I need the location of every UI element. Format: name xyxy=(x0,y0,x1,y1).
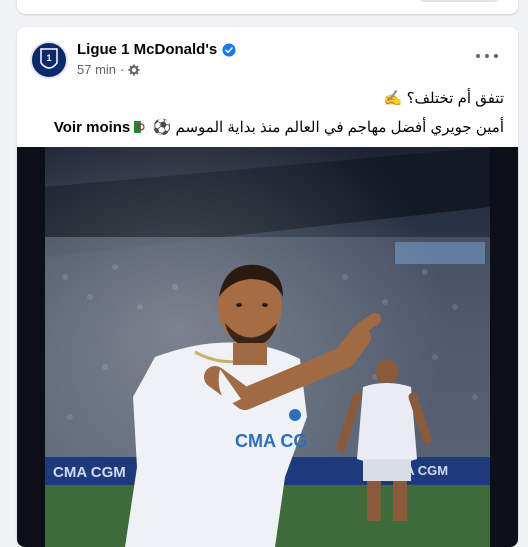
banner-text: CMA CGM xyxy=(53,464,126,481)
caption-text: أمين جويري أفضل مهاجم في العالم منذ بداي… xyxy=(152,119,504,136)
post-meta: 57 min · xyxy=(77,62,140,77)
caption-line-1: تتفق أم تختلف؟ ✍️ xyxy=(383,90,504,107)
page-name-row: Ligue 1 McDonald's xyxy=(77,41,236,58)
caption-line-2: أمين جويري أفضل مهاجم في العالم منذ بداي… xyxy=(54,118,504,136)
gear-icon[interactable] xyxy=(128,64,140,76)
more-options-button[interactable] xyxy=(476,49,498,63)
more-dots-icon xyxy=(476,54,480,58)
page-name[interactable]: Ligue 1 McDonald's xyxy=(77,41,217,58)
see-less-link[interactable]: Voir moins xyxy=(54,119,130,136)
jersey-sponsor: CMA CG xyxy=(235,431,307,451)
page-avatar[interactable]: 1 xyxy=(30,41,68,79)
previous-post-action[interactable] xyxy=(418,0,500,2)
photo-frame: CMA CGM CMA CGM CMA CG xyxy=(45,147,490,547)
player-celebration-image: CMA CGM CMA CGM CMA CG xyxy=(45,147,490,547)
post-time[interactable]: 57 min xyxy=(77,62,116,77)
svg-text:1: 1 xyxy=(46,53,51,63)
post-photo[interactable]: CMA CGM CMA CGM CMA CG xyxy=(17,147,518,547)
previous-post-card xyxy=(17,0,518,14)
more-dot xyxy=(494,54,498,58)
post-card: 1 Ligue 1 McDonald's 57 min · تتفق أم تخ… xyxy=(17,27,518,547)
more-dot xyxy=(485,54,489,58)
ligue1-logo-icon: 1 xyxy=(40,48,58,69)
verified-badge-icon xyxy=(222,42,236,57)
algeria-flag-icon xyxy=(134,120,149,134)
meta-separator: · xyxy=(120,62,125,77)
